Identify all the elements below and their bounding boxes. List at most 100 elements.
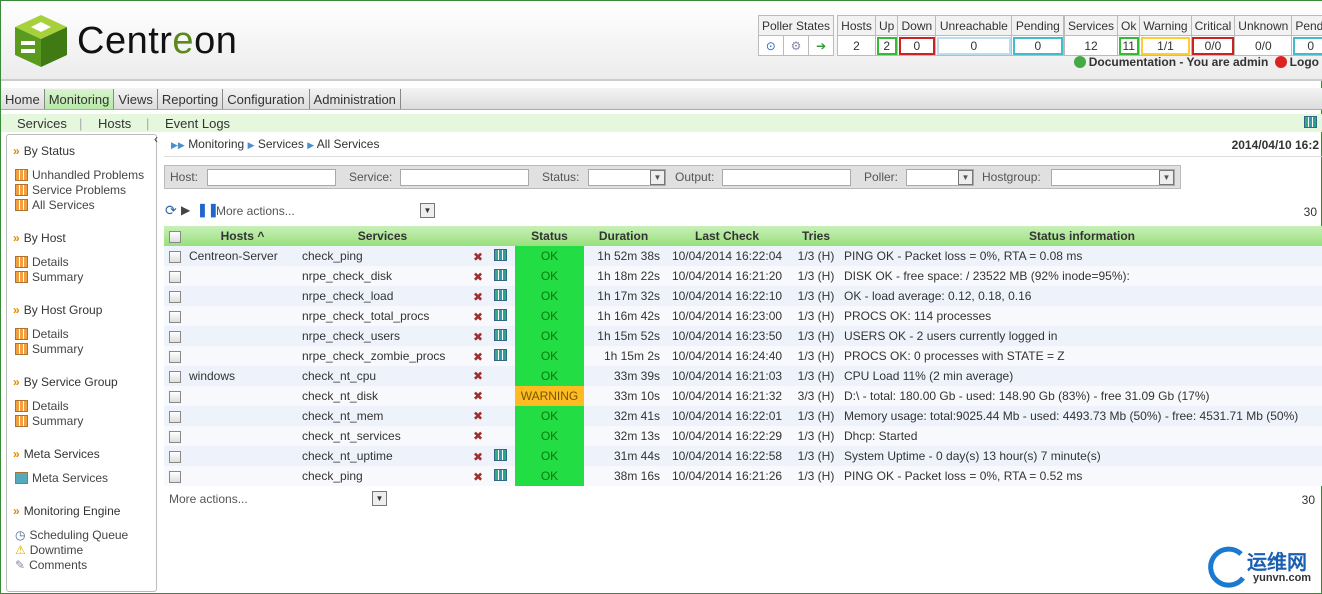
menu-configuration[interactable]: Configuration (223, 89, 310, 109)
service-link[interactable]: check_nt_cpu (299, 366, 466, 386)
host-link[interactable] (186, 346, 299, 366)
services-ok[interactable]: 11 (1117, 35, 1141, 56)
service-link[interactable]: nrpe_check_total_procs (299, 306, 466, 326)
graph-icon[interactable] (494, 308, 508, 324)
play-icon[interactable]: ▶ (181, 203, 190, 217)
more-actions-select-bottom[interactable]: More actions... (169, 492, 248, 506)
host-link[interactable] (186, 386, 299, 406)
row-checkbox[interactable] (164, 446, 186, 466)
service-filter-input[interactable] (400, 169, 529, 186)
sidebar-item-host-summary[interactable]: Summary (15, 270, 83, 284)
services-warning[interactable]: 1/1 (1139, 35, 1192, 56)
notifications-disabled-icon[interactable]: ✖ (473, 470, 483, 484)
sidebar-item-servicegroup-details[interactable]: Details (15, 399, 69, 413)
hosts-unreachable[interactable]: 0 (935, 35, 1013, 56)
services-pending[interactable]: 0 (1291, 35, 1322, 56)
service-link[interactable]: check_nt_mem (299, 406, 466, 426)
hosts-pending[interactable]: 0 (1011, 35, 1065, 56)
hosts-down[interactable]: 0 (897, 35, 937, 56)
column-duration[interactable]: Duration (584, 226, 663, 246)
service-link[interactable]: nrpe_check_disk (299, 266, 466, 286)
refresh-icon[interactable]: ⟳ (165, 202, 177, 219)
logout-link[interactable]: Logo (1290, 55, 1319, 69)
menu-monitoring[interactable]: Monitoring (44, 89, 115, 109)
hosts-up[interactable]: 2 (874, 35, 899, 56)
row-checkbox[interactable] (164, 266, 186, 286)
notifications-disabled-icon[interactable]: ✖ (473, 330, 483, 344)
breadcrumb-all-services[interactable]: All Services (317, 137, 380, 151)
column-hosts[interactable]: Hosts ^ (186, 226, 299, 246)
host-link[interactable] (186, 306, 299, 326)
host-link[interactable] (186, 406, 299, 426)
notifications-disabled-icon[interactable]: ✖ (473, 310, 483, 324)
notifications-disabled-icon[interactable]: ✖ (473, 350, 483, 364)
column-tries[interactable]: Tries (791, 226, 841, 246)
column-last-check[interactable]: Last Check (663, 226, 791, 246)
notifications-disabled-icon[interactable]: ✖ (473, 270, 483, 284)
host-link[interactable] (186, 266, 299, 286)
service-link[interactable]: check_nt_uptime (299, 446, 466, 466)
column-services[interactable]: Services (299, 226, 466, 246)
row-checkbox[interactable] (164, 286, 186, 306)
menu-home[interactable]: Home (1, 89, 45, 109)
poller-filter-select[interactable]: ▼ (906, 169, 974, 186)
graph-icon[interactable] (494, 328, 508, 344)
sidebar-item-meta-services[interactable]: Meta Services (15, 471, 108, 485)
submenu-hosts[interactable]: Hosts (98, 116, 131, 131)
centreon-logo[interactable]: Centreon (13, 13, 237, 69)
graph-icon[interactable] (1304, 116, 1317, 131)
service-link[interactable]: check_nt_disk (299, 386, 466, 406)
row-checkbox[interactable] (164, 386, 186, 406)
sidebar-item-hostgroup-summary[interactable]: Summary (15, 342, 83, 356)
sidebar-item-host-details[interactable]: Details (15, 255, 69, 269)
notifications-disabled-icon[interactable]: ✖ (473, 409, 483, 423)
sidebar-item-scheduling-queue[interactable]: ◷ Scheduling Queue (15, 528, 128, 542)
notifications-disabled-icon[interactable]: ✖ (473, 290, 483, 304)
submenu-event-logs[interactable]: Event Logs (165, 116, 230, 131)
row-checkbox[interactable] (164, 306, 186, 326)
poller-gear-icon[interactable]: ⚙ (782, 35, 810, 56)
column-status[interactable]: Status (515, 226, 584, 246)
poller-db-icon[interactable]: ➔ (808, 35, 835, 56)
select-all-checkbox[interactable] (164, 226, 186, 246)
notifications-disabled-icon[interactable]: ✖ (473, 250, 483, 264)
row-checkbox[interactable] (164, 466, 186, 486)
collapse-sidebar-icon[interactable]: ‹ (154, 132, 158, 146)
menu-views[interactable]: Views (114, 89, 158, 109)
service-link[interactable]: check_nt_services (299, 426, 466, 446)
graph-icon[interactable] (494, 448, 508, 464)
menu-reporting[interactable]: Reporting (158, 89, 224, 109)
breadcrumb-monitoring[interactable]: Monitoring (188, 137, 244, 151)
sidebar-item-all-services[interactable]: All Services (15, 198, 95, 212)
host-link[interactable] (186, 446, 299, 466)
row-checkbox[interactable] (164, 366, 186, 386)
hosts-total[interactable]: 2 (837, 35, 876, 56)
host-link[interactable] (186, 326, 299, 346)
row-checkbox[interactable] (164, 326, 186, 346)
host-filter-input[interactable] (207, 169, 336, 186)
service-link[interactable]: check_ping (299, 246, 466, 266)
chevron-down-icon[interactable]: ▼ (420, 203, 435, 218)
breadcrumb-services[interactable]: Services (258, 137, 304, 151)
documentation-link[interactable]: Documentation (1089, 55, 1176, 69)
notifications-disabled-icon[interactable]: ✖ (473, 429, 483, 443)
graph-icon[interactable] (494, 468, 508, 484)
service-link[interactable]: nrpe_check_users (299, 326, 466, 346)
sidebar-item-hostgroup-details[interactable]: Details (15, 327, 69, 341)
host-link[interactable]: windows (186, 366, 299, 386)
row-checkbox[interactable] (164, 246, 186, 266)
service-link[interactable]: nrpe_check_zombie_procs (299, 346, 466, 366)
graph-icon[interactable] (494, 288, 508, 304)
graph-icon[interactable] (494, 248, 508, 264)
menu-administration[interactable]: Administration (310, 89, 401, 109)
notifications-disabled-icon[interactable]: ✖ (473, 369, 483, 383)
notifications-disabled-icon[interactable]: ✖ (473, 389, 483, 403)
submenu-services[interactable]: Services (17, 116, 67, 131)
host-link[interactable]: Centreon-Server (186, 246, 299, 266)
output-filter-input[interactable] (722, 169, 851, 186)
chevron-down-icon[interactable]: ▼ (372, 491, 387, 506)
more-actions-select[interactable]: More actions... (216, 204, 295, 218)
graph-icon[interactable] (494, 268, 508, 284)
sidebar-item-unhandled-problems[interactable]: Unhandled Problems (15, 168, 144, 182)
poller-status-icon[interactable]: ⊙ (758, 35, 784, 56)
